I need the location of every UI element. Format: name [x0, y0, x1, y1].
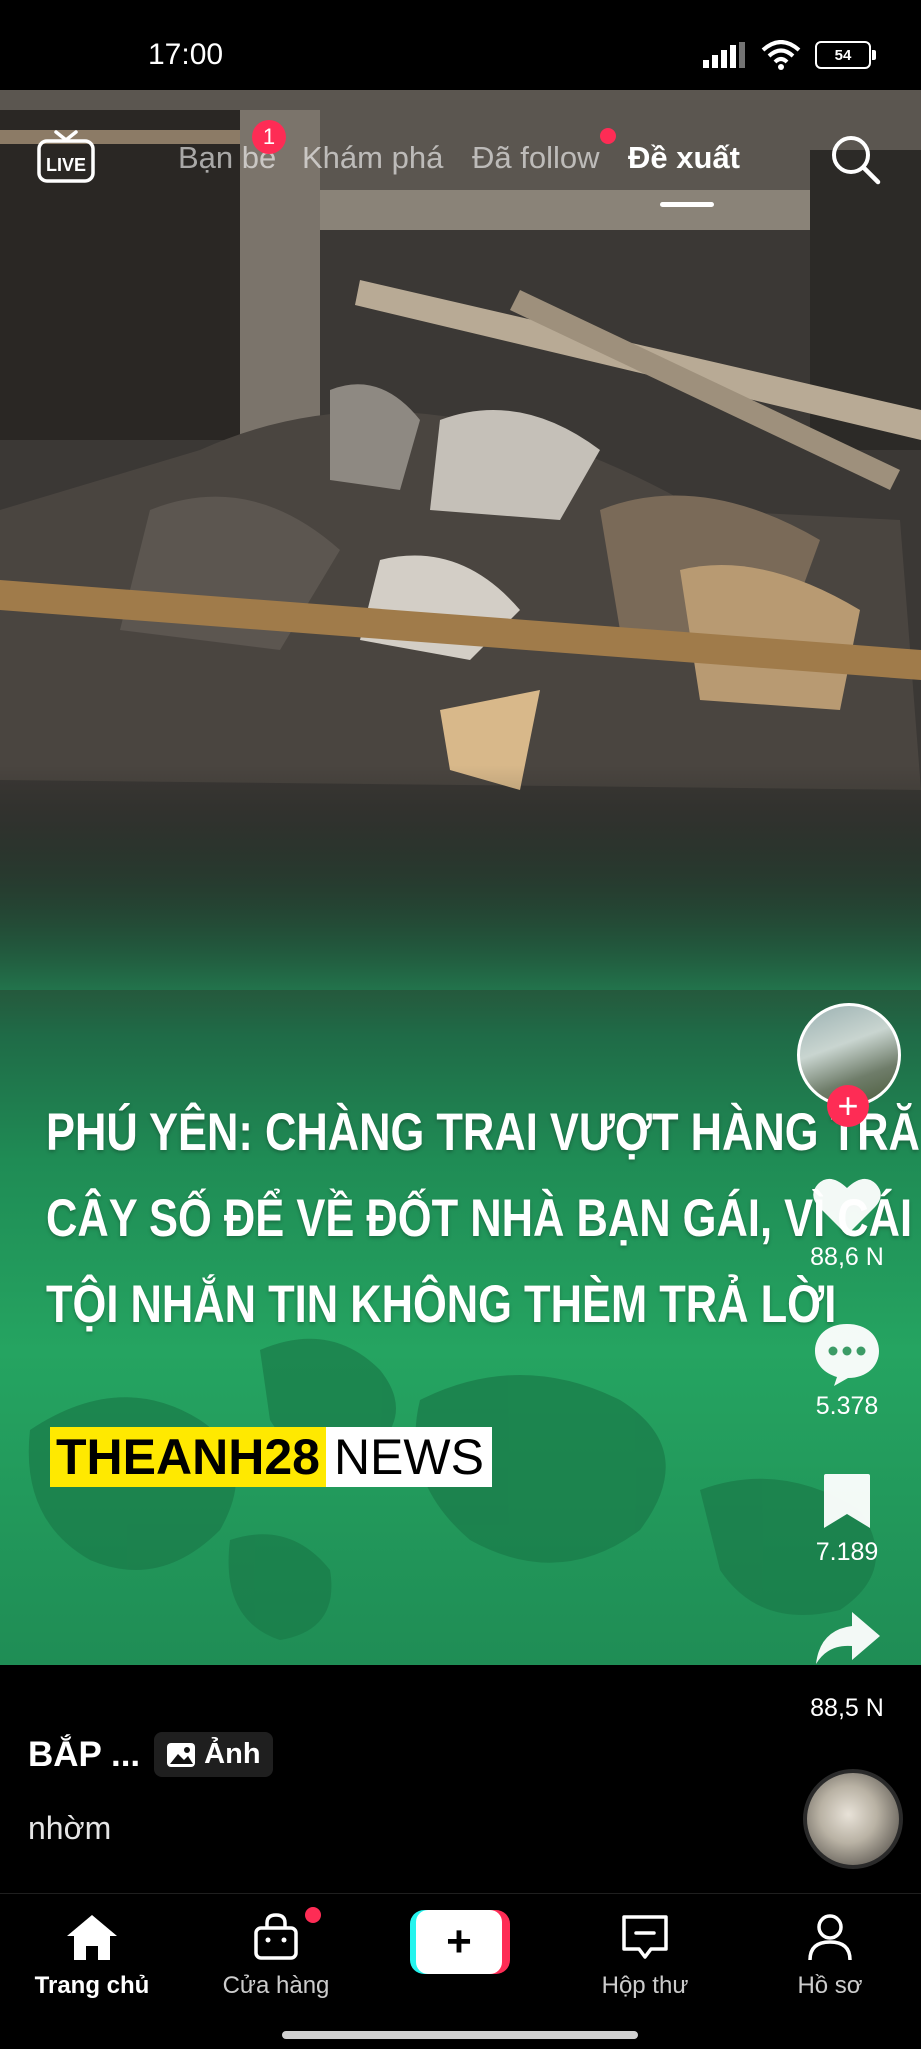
profile-icon: [808, 1914, 852, 1961]
nav-profile[interactable]: Hồ sơ: [760, 1912, 900, 2000]
bottom-nav: Trang chủ Cửa hàng + Hộp thư Hồ sơ: [0, 1893, 921, 2049]
caption-description: nhờm: [28, 1810, 112, 1846]
signal-icon: [703, 42, 745, 68]
world-map-background: [28, 1338, 876, 1640]
image-icon: [167, 1742, 196, 1767]
like-count: 88,6 N: [810, 1243, 884, 1271]
nav-home[interactable]: Trang chủ: [22, 1912, 162, 2000]
live-button[interactable]: LIVE: [36, 130, 96, 184]
top-nav: LIVE Bạn bè 1 Khám phá Đã follow Đề xuất: [0, 90, 921, 220]
comment-button[interactable]: 5.378: [787, 1320, 907, 1421]
comment-icon: [815, 1324, 879, 1386]
bookmark-icon: [824, 1474, 870, 1528]
nav-inbox-label: Hộp thư: [601, 1972, 689, 1999]
share-button[interactable]: 88,5 N: [787, 1608, 907, 1723]
nav-shop[interactable]: Cửa hàng: [206, 1912, 346, 2000]
follow-plus-icon[interactable]: +: [827, 1085, 869, 1127]
status-bar: 17:00 54: [0, 0, 921, 90]
nav-profile-label: Hồ sơ: [797, 1972, 863, 1999]
home-indicator[interactable]: [282, 2031, 638, 2039]
news-brand-logo: THEANH28 NEWS: [50, 1427, 492, 1487]
wifi-icon: [761, 40, 801, 70]
inbox-icon: [622, 1915, 668, 1959]
brand-name: THEANH28: [50, 1427, 326, 1487]
save-button[interactable]: 7.189: [787, 1470, 907, 1567]
music-disc[interactable]: [803, 1769, 903, 1869]
status-time: 17:00: [148, 38, 224, 71]
plus-icon: +: [416, 1910, 502, 1974]
search-button[interactable]: [828, 132, 884, 188]
nav-shop-label: Cửa hàng: [222, 1972, 330, 1999]
nav-home-label: Trang chủ: [34, 1972, 150, 1999]
battery-icon: 54: [815, 41, 876, 69]
create-button[interactable]: +: [410, 1910, 510, 1974]
headline-line: CÂY SỐ ĐỂ VỀ ĐỐT NHÀ BẠN GÁI, VÌ CÁI: [46, 1189, 913, 1248]
shop-bag-icon: [254, 1913, 298, 1960]
photo-chip[interactable]: Ảnh: [154, 1732, 273, 1777]
headline-line: TỘI NHẮN TIN KHÔNG THÈM TRẢ LỜI: [46, 1275, 837, 1334]
live-icon: LIVE: [37, 130, 95, 183]
brand-suffix: NEWS: [325, 1427, 492, 1487]
save-count: 7.189: [815, 1538, 879, 1566]
comment-count: 5.378: [815, 1392, 879, 1420]
like-button[interactable]: 88,6 N: [787, 1175, 907, 1272]
friends-badge: 1: [252, 120, 286, 154]
tab-explore[interactable]: Khám phá: [302, 140, 443, 176]
active-tab-indicator: [660, 202, 714, 207]
photo-chip-label: Ảnh: [204, 1738, 261, 1770]
tab-for-you[interactable]: Đề xuất: [628, 140, 740, 176]
home-icon: [67, 1915, 117, 1960]
shop-notification-dot: [305, 1907, 321, 1923]
headline-line: PHÚ YÊN: CHÀNG TRAI VƯỢT HÀNG TRĂ: [46, 1103, 920, 1162]
search-icon: [832, 136, 881, 185]
following-dot: [600, 128, 616, 144]
author-name[interactable]: BẮP ...: [28, 1735, 140, 1775]
heart-icon: [813, 1178, 881, 1235]
tab-following[interactable]: Đã follow: [472, 140, 600, 176]
share-count: 88,5 N: [810, 1694, 884, 1722]
status-icons: 54: [703, 40, 876, 70]
share-arrow-icon: [816, 1612, 880, 1664]
svg-text:LIVE: LIVE: [46, 155, 86, 175]
video-scene-image: [0, 90, 921, 990]
creator-avatar-button[interactable]: +: [797, 1003, 901, 1127]
video-headline: PHÚ YÊN: CHÀNG TRAI VƯỢT HÀNG TRĂ CÂY SỐ…: [46, 1090, 920, 1348]
caption-row: BẮP ... Ảnh: [28, 1732, 273, 1777]
video-player[interactable]: PHÚ YÊN: CHÀNG TRAI VƯỢT HÀNG TRĂ CÂY SỐ…: [0, 90, 921, 1665]
nav-inbox[interactable]: Hộp thư: [575, 1912, 715, 2000]
battery-level: 54: [834, 46, 852, 64]
